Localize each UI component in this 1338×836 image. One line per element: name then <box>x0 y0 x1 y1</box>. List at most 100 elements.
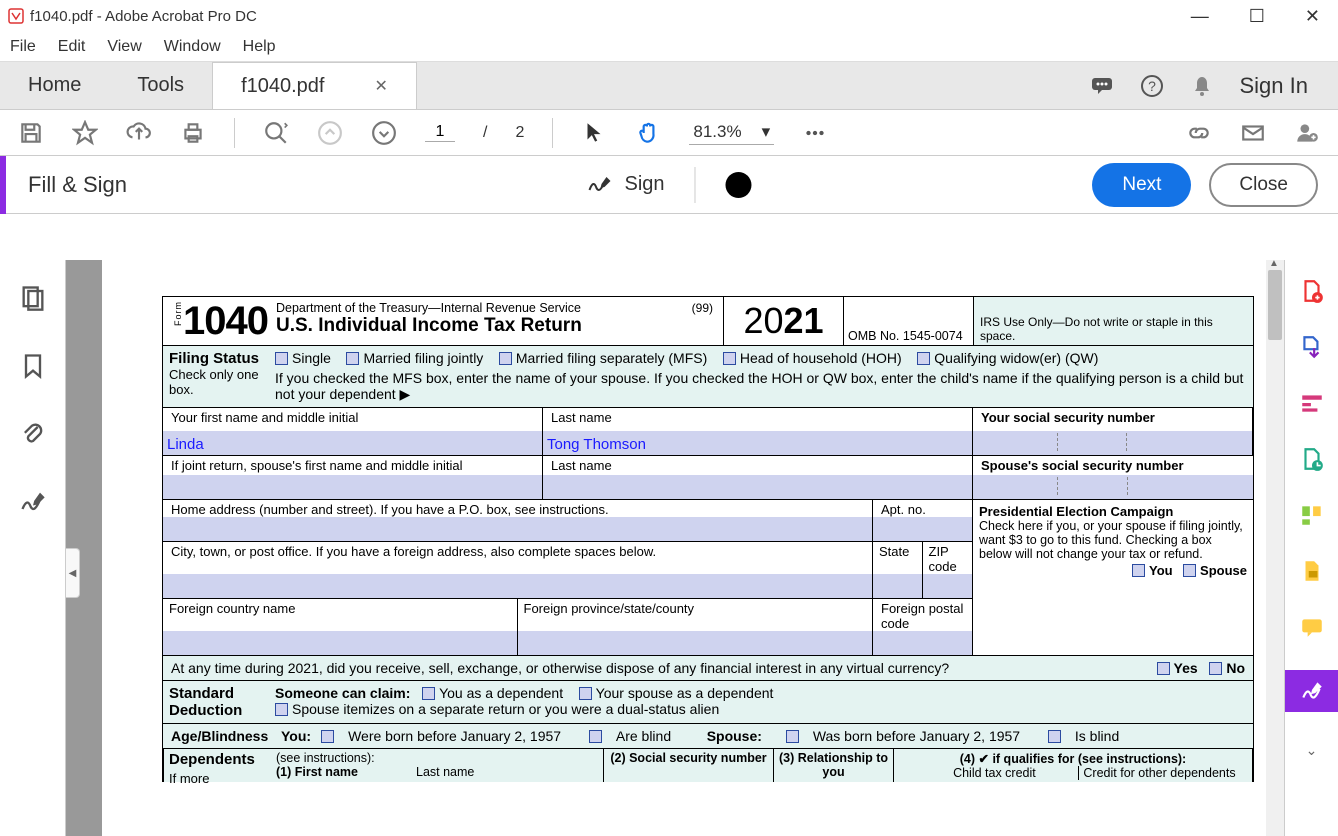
sign-button[interactable]: Sign <box>586 173 664 196</box>
checkbox-you-dependent[interactable] <box>422 687 435 700</box>
zip-field[interactable] <box>923 574 973 598</box>
bookmark-icon[interactable] <box>19 352 47 380</box>
bell-icon[interactable] <box>1190 74 1214 98</box>
zoom-icon[interactable] <box>263 120 289 146</box>
comment-icon[interactable] <box>1090 74 1114 98</box>
vertical-scrollbar[interactable]: ▲ <box>1266 260 1284 836</box>
menu-edit[interactable]: Edit <box>58 38 86 56</box>
form-label: Form <box>173 301 183 326</box>
apt-field[interactable] <box>873 517 972 541</box>
attachment-icon[interactable] <box>19 420 47 448</box>
dept-text: Department of the Treasury—Internal Reve… <box>276 301 582 315</box>
checkbox-mfj[interactable] <box>346 352 359 365</box>
save-icon[interactable] <box>18 120 44 146</box>
sign-in-link[interactable]: Sign In <box>1240 73 1309 99</box>
title-bar: f1040.pdf - Adobe Acrobat Pro DC — ☐ ✕ <box>0 0 1338 32</box>
checkbox-single[interactable] <box>275 352 288 365</box>
address-field[interactable] <box>163 517 872 541</box>
mfs-note: If you checked the MFS box, enter the na… <box>275 370 1247 403</box>
fcountry-field[interactable] <box>163 631 517 655</box>
checkbox-pec-you[interactable] <box>1132 564 1145 577</box>
tab-bar: Home Tools f1040.pdf ✕ ? Sign In <box>0 62 1338 110</box>
city-field[interactable] <box>163 574 872 598</box>
hand-tool-icon[interactable] <box>635 120 661 146</box>
svg-text:?: ? <box>1148 78 1156 94</box>
request-sign-icon[interactable] <box>1299 446 1325 472</box>
page-up-icon[interactable] <box>317 120 343 146</box>
maximize-button[interactable]: ☐ <box>1249 6 1265 27</box>
fill-sign-bar: Fill & Sign Sign Next Close <box>0 156 1338 214</box>
checkbox-itemize[interactable] <box>275 703 288 716</box>
zoom-dropdown[interactable]: 81.3% ▾ <box>689 120 774 145</box>
tax-year: 2021 <box>723 297 843 345</box>
link-icon[interactable] <box>1186 120 1212 146</box>
checkbox-qw[interactable] <box>917 352 930 365</box>
left-nav-rail <box>0 260 66 836</box>
pdf-icon <box>8 8 24 24</box>
help-icon[interactable]: ? <box>1140 74 1164 98</box>
checkbox-virtual-yes[interactable] <box>1157 662 1170 675</box>
print-icon[interactable] <box>180 120 206 146</box>
checkbox-spouse-blind[interactable] <box>1048 730 1061 743</box>
minimize-button[interactable]: — <box>1191 6 1209 27</box>
tab-label: f1040.pdf <box>241 75 324 98</box>
add-person-icon[interactable] <box>1294 120 1320 146</box>
create-pdf-icon[interactable] <box>1299 278 1325 304</box>
page-separator: / <box>483 124 487 142</box>
mail-icon[interactable] <box>1240 120 1266 146</box>
menu-file[interactable]: File <box>10 38 36 56</box>
edit-pdf-icon[interactable] <box>1299 390 1325 416</box>
fill-sign-tool-active[interactable] <box>1285 670 1338 712</box>
checkbox-you-blind[interactable] <box>589 730 602 743</box>
state-field[interactable] <box>873 574 922 598</box>
spouse-first-field[interactable] <box>163 475 542 499</box>
protect-icon[interactable] <box>1299 558 1325 584</box>
scroll-thumb[interactable] <box>1268 270 1282 340</box>
form-title: U.S. Individual Income Tax Return <box>276 315 582 337</box>
close-button[interactable]: Close <box>1209 163 1318 207</box>
code-99: (99) <box>692 301 713 315</box>
checkbox-you-born[interactable] <box>321 730 334 743</box>
arrow-cursor-icon[interactable] <box>581 120 607 146</box>
spouse-last-field[interactable] <box>543 475 972 499</box>
fpostal-field[interactable] <box>873 631 972 655</box>
right-tool-rail: ⌄ <box>1284 260 1338 836</box>
chevron-down-icon[interactable]: ⌄ <box>1306 742 1318 759</box>
checkbox-pec-spouse[interactable] <box>1183 564 1196 577</box>
comment-tool-icon[interactable] <box>1299 614 1325 640</box>
close-window-button[interactable]: ✕ <box>1305 6 1320 27</box>
menu-help[interactable]: Help <box>243 38 276 56</box>
cloud-upload-icon[interactable] <box>126 120 152 146</box>
separator <box>695 167 696 203</box>
checkbox-spouse-born[interactable] <box>786 730 799 743</box>
main-toolbar: / 2 81.3% ▾ <box>0 110 1338 156</box>
star-icon[interactable] <box>72 120 98 146</box>
checkbox-mfs[interactable] <box>499 352 512 365</box>
tab-document-active[interactable]: f1040.pdf ✕ <box>212 62 417 109</box>
checkbox-virtual-no[interactable] <box>1209 662 1222 675</box>
export-pdf-icon[interactable] <box>1299 334 1325 360</box>
organize-icon[interactable] <box>1299 502 1325 528</box>
tab-tools[interactable]: Tools <box>109 62 212 109</box>
page-number-input[interactable] <box>425 123 455 142</box>
color-picker[interactable] <box>726 172 752 198</box>
ssn-field[interactable] <box>973 431 1252 455</box>
form-number: 1040 <box>183 301 268 341</box>
menu-view[interactable]: View <box>107 38 141 56</box>
thumbnails-icon[interactable] <box>19 284 47 312</box>
spouse-ssn-field[interactable] <box>973 475 1253 499</box>
page-down-icon[interactable] <box>371 120 397 146</box>
next-button[interactable]: Next <box>1092 163 1191 207</box>
signature-icon <box>586 174 614 196</box>
checkbox-hoh[interactable] <box>723 352 736 365</box>
checkbox-spouse-dependent[interactable] <box>579 687 592 700</box>
signature-rail-icon[interactable] <box>19 488 47 516</box>
document-viewport[interactable]: Form1040 Department of the Treasury—Inte… <box>66 260 1284 836</box>
collapse-left-handle[interactable]: ◀ <box>66 548 80 598</box>
tab-home[interactable]: Home <box>0 62 109 109</box>
first-name-field[interactable] <box>163 431 542 455</box>
menu-window[interactable]: Window <box>164 38 221 56</box>
tab-close-icon[interactable]: ✕ <box>374 76 387 96</box>
more-icon[interactable] <box>802 120 828 146</box>
fprov-field[interactable] <box>518 631 873 655</box>
